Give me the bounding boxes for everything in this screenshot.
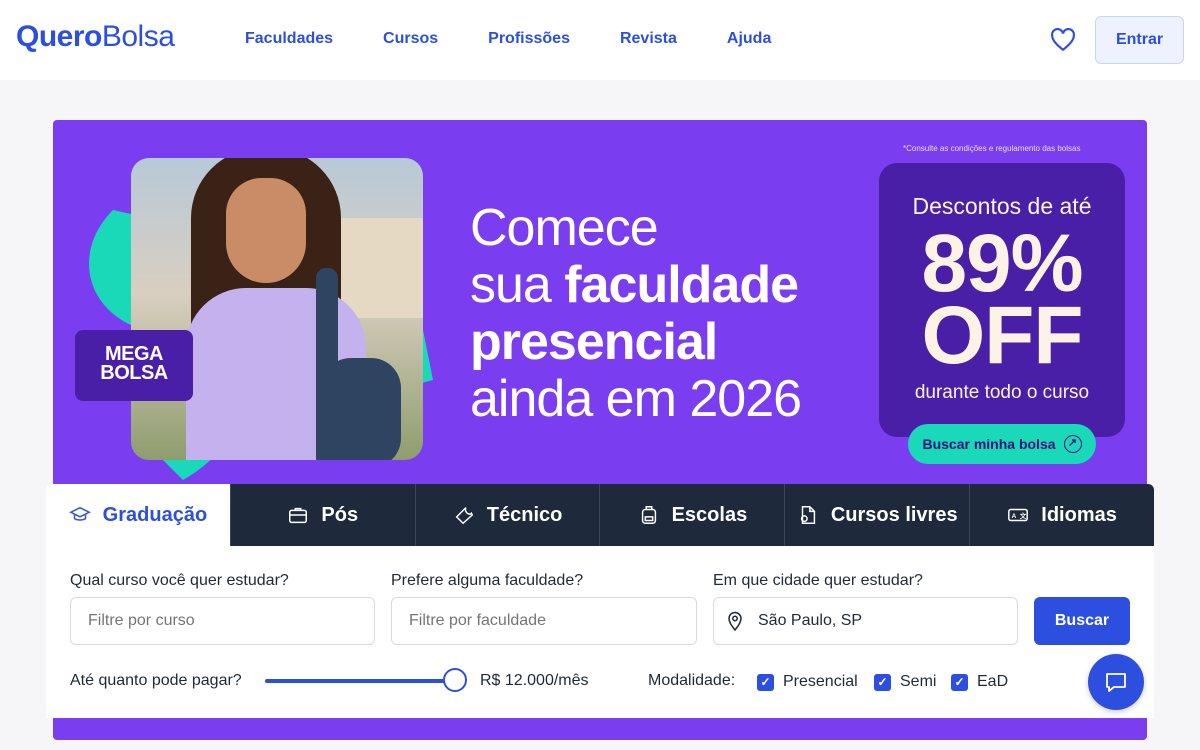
mega-bolsa-badge: MEGA BOLSA — [75, 330, 193, 401]
checkmark-icon: ✓ — [951, 673, 968, 691]
document-icon — [800, 506, 816, 524]
buscar-bolsa-button[interactable]: Buscar minha bolsa ↗ — [908, 424, 1096, 464]
course-input[interactable] — [70, 597, 375, 645]
price-slider-thumb[interactable] — [443, 668, 467, 692]
headline-line1: Comece — [470, 199, 659, 257]
login-button[interactable]: Entrar — [1095, 16, 1184, 64]
headline-line3: presencial — [470, 313, 718, 371]
modality-label: Modalidade: — [648, 672, 736, 689]
translate-icon: A文 — [1008, 508, 1029, 522]
headline-line4: ainda em 2026 — [470, 370, 802, 428]
nav-revista[interactable]: Revista — [620, 30, 677, 48]
backpack-icon — [641, 506, 656, 524]
badge-line2: BOLSA — [100, 362, 168, 384]
checkbox-presencial[interactable]: ✓ Presencial — [757, 673, 858, 691]
tab-cursos-livres[interactable]: Cursos livres — [784, 484, 970, 546]
top-header: QueroBolsa Faculdades Cursos Profissões … — [0, 0, 1200, 80]
hero-headline: Comece sua faculdade presencial ainda em… — [470, 199, 802, 428]
pay-value: R$ 12.000/mês — [480, 672, 589, 689]
tab-graduacao[interactable]: Graduação — [46, 484, 230, 546]
wrench-icon — [455, 507, 473, 525]
graduation-cap-icon — [68, 506, 91, 521]
checkbox-ead[interactable]: ✓ EaD — [951, 673, 1008, 691]
price-slider-track[interactable] — [265, 679, 455, 683]
course-label: Qual curso você quer estudar? — [70, 572, 289, 589]
tab-idiomas[interactable]: A文 Idiomas — [969, 484, 1154, 546]
offer-line1: Descontos de até — [912, 193, 1092, 219]
tab-escolas[interactable]: Escolas — [599, 484, 785, 546]
nav-cursos[interactable]: Cursos — [383, 30, 438, 48]
logo-light-text: Bolsa — [101, 20, 175, 53]
querobolsa-logo[interactable]: QueroBolsa — [16, 20, 175, 54]
student-photo — [131, 158, 423, 460]
briefcase-icon — [289, 507, 308, 524]
nav-faculdades[interactable]: Faculdades — [245, 30, 333, 48]
checkmark-icon: ✓ — [874, 673, 891, 691]
logo-bold-text: Quero — [16, 20, 102, 53]
nav-profissoes[interactable]: Profissões — [488, 30, 570, 48]
search-button[interactable]: Buscar — [1034, 597, 1130, 645]
headline-line2: sua faculdade — [470, 256, 799, 314]
college-label: Prefere alguma faculdade? — [391, 572, 584, 589]
checkmark-icon: ✓ — [757, 673, 774, 691]
course-type-tabs: Graduação Pós Técnico Escolas Cursos liv… — [46, 484, 1154, 546]
college-input[interactable] — [391, 597, 697, 645]
chat-button[interactable] — [1088, 654, 1144, 710]
tab-tecnico[interactable]: Técnico — [414, 484, 600, 546]
search-panel: Qual curso você quer estudar? Prefere al… — [46, 546, 1154, 718]
checkbox-semi[interactable]: ✓ Semi — [874, 673, 936, 691]
disclaimer-text: *Consulte as condições e regulamento das… — [903, 144, 1081, 153]
offer-off: OFF — [921, 290, 1084, 381]
svg-text:文: 文 — [1020, 511, 1027, 520]
arrow-up-right-icon: ↗ — [1063, 435, 1082, 453]
city-label: Em que cidade quer estudar? — [713, 572, 923, 589]
cta-label: Buscar minha bolsa — [922, 436, 1056, 452]
nav-ajuda[interactable]: Ajuda — [727, 30, 771, 48]
city-input[interactable] — [713, 597, 1018, 645]
offer-line4: durante todo o curso — [914, 382, 1090, 403]
pay-label: Até quanto pode pagar? — [70, 672, 242, 689]
heart-icon[interactable] — [1050, 28, 1076, 52]
discount-card: Descontos de até 89% OFF durante todo o … — [879, 163, 1125, 437]
location-pin-icon — [728, 611, 742, 631]
chat-bubble-icon — [1106, 673, 1126, 692]
svg-text:A: A — [1012, 513, 1017, 520]
price-slider-fill — [265, 679, 455, 683]
main-nav: Faculdades Cursos Profissões Revista Aju… — [245, 30, 771, 48]
tab-pos[interactable]: Pós — [229, 484, 415, 546]
